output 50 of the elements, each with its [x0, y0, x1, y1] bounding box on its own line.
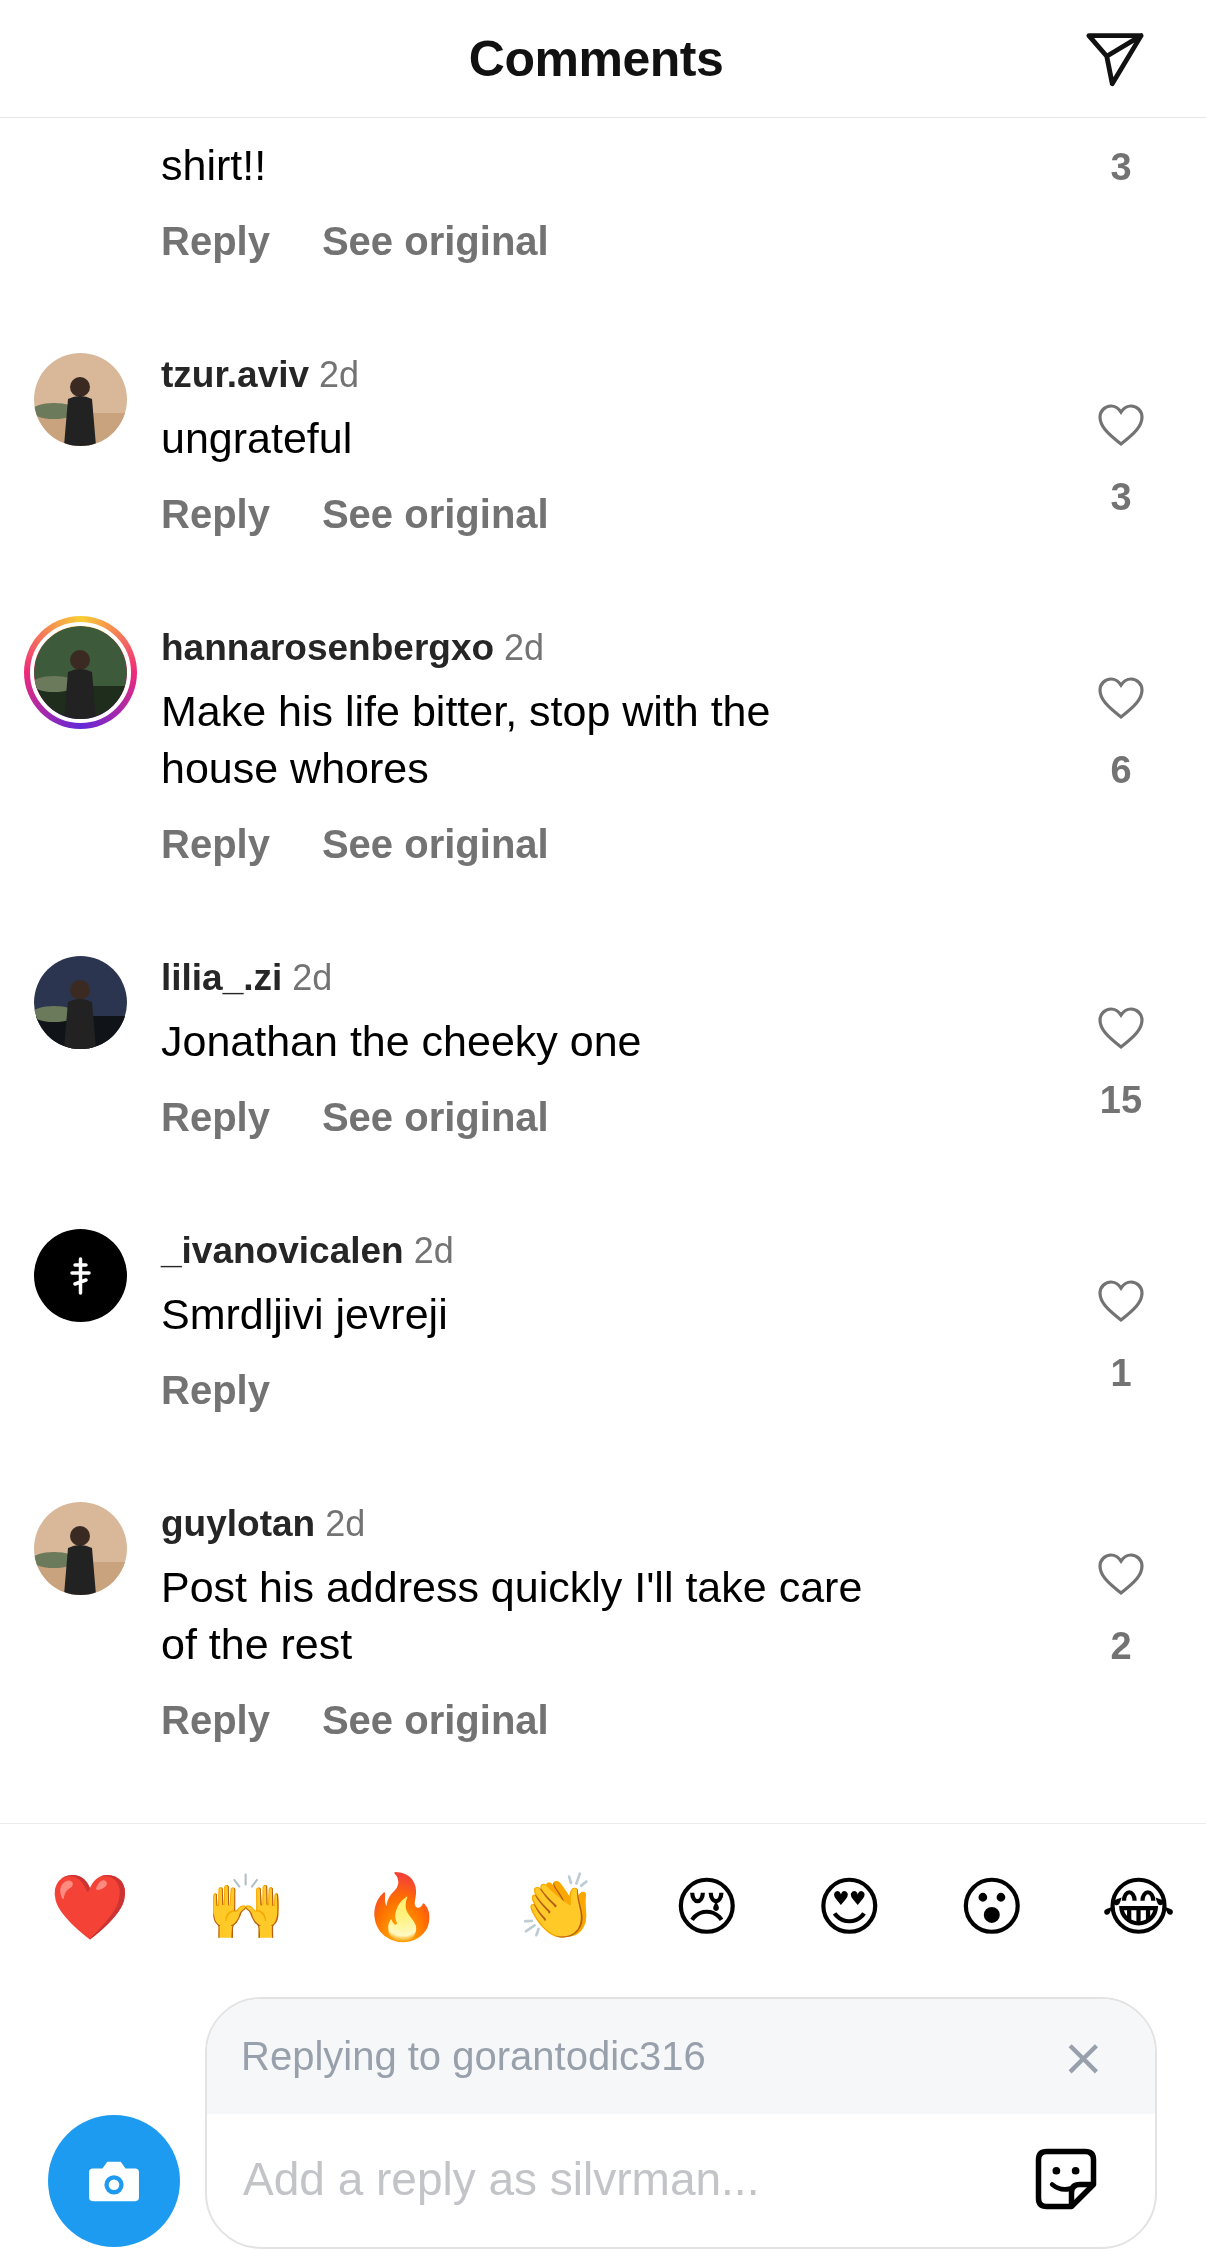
replying-to-text: Replying to gorantodic316 — [241, 2034, 706, 2079]
reply-button[interactable]: Reply — [161, 215, 270, 267]
heart-icon[interactable] — [1097, 1552, 1145, 1596]
emoji-reaction[interactable]: 😮 — [958, 1864, 1026, 1949]
reply-button[interactable]: Reply — [161, 818, 270, 870]
reply-input[interactable]: Add a reply as silvrman... — [241, 2151, 1033, 2207]
username[interactable]: lilia_.zi — [161, 952, 283, 1004]
comment-text: Make his life bitter, stop with the house whores — [161, 686, 772, 794]
cross-icon[interactable] — [34, 1229, 127, 1322]
like-count: 3 — [1110, 475, 1132, 519]
like-count: 3 — [1110, 145, 1132, 189]
comment-text: Smrdljivi jevreji — [161, 1289, 449, 1340]
heart-icon[interactable] — [1097, 1279, 1145, 1323]
comment-time: 2d — [319, 353, 360, 397]
username[interactable]: hannarosenbergxo — [161, 622, 495, 674]
emoji-reaction[interactable]: 😂 — [1101, 1864, 1176, 1949]
comment-text: shirt!! — [161, 140, 268, 191]
reply-button[interactable]: Reply — [161, 488, 270, 540]
comment-text: Post his address quickly I'll take care of the rest — [161, 1562, 864, 1670]
username[interactable]: guylotan — [161, 1498, 316, 1550]
emoji-reaction[interactable]: ❤ — [50, 1864, 130, 1949]
comment-time: 2d — [413, 1229, 454, 1273]
username[interactable]: _ivanovicalen — [161, 1225, 404, 1277]
like-count: 1 — [1110, 1351, 1132, 1395]
see-original-link[interactable]: See original — [321, 818, 549, 870]
username[interactable]: tzur.aviv — [161, 349, 310, 401]
reply-button[interactable]: Reply — [161, 1091, 270, 1143]
comment-text: Jonathan the cheeky one — [161, 1016, 643, 1067]
see-original-link[interactable]: See original — [321, 215, 549, 267]
heart-icon[interactable] — [1097, 676, 1145, 720]
sticker-icon[interactable] — [1033, 2146, 1099, 2212]
reply-button[interactable]: Reply — [161, 1694, 270, 1746]
comment-time: 2d — [325, 1502, 366, 1546]
see-original-link[interactable]: See original — [321, 1091, 549, 1143]
comment-time: 2d — [504, 626, 545, 670]
comment-time: 2d — [292, 956, 333, 1000]
like-count: 2 — [1110, 1624, 1132, 1668]
like-count: 6 — [1110, 748, 1132, 792]
heart-icon[interactable] — [1097, 403, 1145, 447]
see-original-link[interactable]: See original — [321, 488, 549, 540]
comment-text: ungrateful — [161, 413, 354, 464]
emoji-reaction[interactable]: 😢 — [673, 1864, 741, 1949]
emoji-reaction[interactable]: 😍 — [816, 1864, 883, 1949]
emoji-reaction[interactable]: 🔥 — [361, 1864, 442, 1949]
page-title: Comments — [468, 29, 724, 88]
heart-icon[interactable] — [1097, 1006, 1145, 1050]
close-button[interactable]: × — [1061, 2030, 1105, 2083]
like-count: 15 — [1099, 1078, 1143, 1122]
see-original-link[interactable]: See original — [321, 1694, 549, 1746]
reply-button[interactable]: Reply — [161, 1364, 270, 1416]
